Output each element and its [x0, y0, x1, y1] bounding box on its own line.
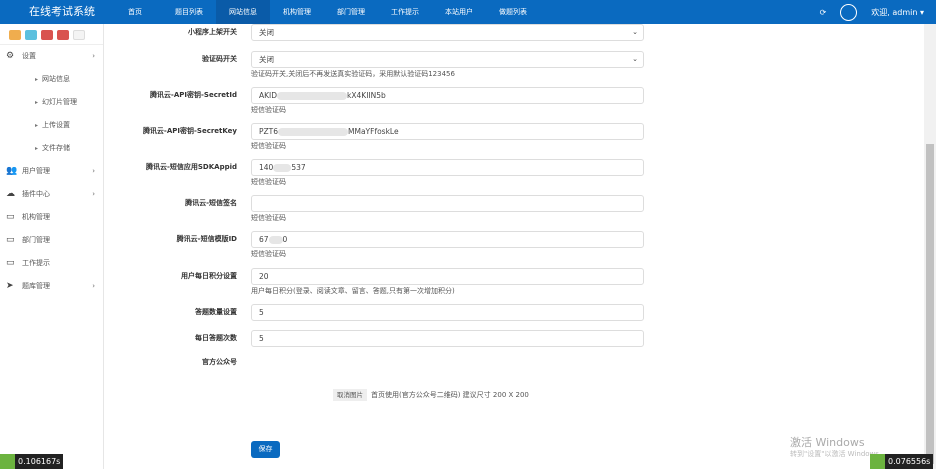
sidebar-item-label: 上传设置 [22, 121, 70, 129]
field-label: 腾讯云-短信模版ID [176, 235, 237, 243]
sidebar-item-label: 部门管理 [22, 236, 50, 244]
help-text: 短信验证码 [251, 106, 286, 114]
sidebar-item-label: 题库管理 [22, 282, 50, 290]
scrollbar[interactable] [924, 24, 936, 469]
field-label: 验证码开关 [202, 55, 237, 63]
sidebar-item-label: 机构管理 [22, 213, 50, 221]
field-label: 官方公众号 [202, 358, 237, 366]
sidebar-item[interactable]: ▭ 机构管理 [0, 206, 103, 229]
help-text: 用户每日积分(登录、阅读文章、留言、答题,只有第一次增加积分) [251, 287, 455, 295]
sidebar-item-label: 插件中心 [22, 190, 50, 198]
windows-watermark: 激活 Windows [790, 436, 865, 449]
help-text: 短信验证码 [251, 214, 286, 222]
help-text: 短信验证码 [251, 142, 286, 150]
field-label: 用户每日积分设置 [181, 272, 237, 280]
nav-item[interactable]: 本站用户 [432, 0, 486, 24]
file-icon[interactable] [25, 30, 37, 40]
sidebar: ⚙ 设置 › 网站信息幻灯片管理上传设置文件存储 👥 用户管理 › ☁ 插件中心 › ▭ 机构管理 ▭ 部… [0, 24, 104, 469]
sidebar-item-label: 网站信息 [22, 75, 70, 83]
sign-input[interactable] [251, 195, 644, 212]
list-icon[interactable] [73, 30, 85, 40]
nav-item[interactable]: 机构管理 [270, 0, 324, 24]
field-label: 腾讯云-API密钥-SecretKey [142, 127, 237, 135]
chevron-right-icon: › [92, 190, 95, 198]
sidebar-item-label: 文件存储 [22, 144, 70, 152]
nav-item[interactable]: 网站信息 [216, 0, 270, 24]
nav-item[interactable]: 做题列表 [486, 0, 540, 24]
sidebar-item-label: 用户管理 [22, 167, 50, 175]
logo-icon [0, 454, 15, 469]
nav-item[interactable]: 首页 [108, 0, 162, 24]
field-label: 腾讯云-短信应用SDKAppid [145, 163, 237, 171]
timer-right: 0.076556s [870, 454, 934, 469]
template-input[interactable]: 67 0 [251, 231, 644, 248]
recycle-icon[interactable] [57, 30, 69, 40]
cancel-image-button[interactable]: 取消图片 [333, 389, 367, 401]
brand-title: 在线考试系统 [29, 5, 95, 18]
secretid-input[interactable]: AKID kX4KIIN5b [251, 87, 644, 104]
nav-item[interactable]: 工作提示 [378, 0, 432, 24]
chevron-right-icon: › [92, 52, 95, 60]
logo-icon [870, 454, 885, 469]
cloud-icon: ☁ [6, 189, 15, 199]
main-nav: 首页 题目列表 网站信息 机构管理 部门管理 工作提示 本站用户 做题列表 [108, 0, 540, 24]
user-menu[interactable]: 欢迎, admin ▾ [871, 7, 924, 18]
sidebar-item[interactable]: 文件存储 [0, 137, 103, 160]
miniapp-input[interactable]: 关闭 ⌄ [251, 24, 644, 41]
help-text: 短信验证码 [251, 178, 286, 186]
sidebar-item[interactable]: ➤ 题库管理 › [0, 275, 103, 298]
chevron-right-icon: › [92, 167, 95, 175]
sidebar-item[interactable]: ▭ 部门管理 [0, 229, 103, 252]
gear-icon: ⚙ [6, 51, 15, 61]
sidebar-item[interactable]: 网站信息 [0, 68, 103, 91]
field-label: 答题数量设置 [195, 308, 237, 316]
monitor-icon: ▭ [6, 235, 15, 245]
captcha-input[interactable]: 关闭 ⌄ [251, 51, 644, 68]
sidebar-item[interactable]: 幻灯片管理 [0, 91, 103, 114]
sidebar-item-label: 工作提示 [22, 259, 50, 267]
help-text: 首页使用(官方公众号二维码) 建议尺寸 200 X 200 [371, 391, 529, 399]
help-text: 短信验证码 [251, 250, 286, 258]
sidebar-toolbar [0, 24, 103, 45]
field-label: 每日答题次数 [195, 334, 237, 342]
sidebar-item-label: 幻灯片管理 [22, 98, 77, 106]
field-label: 腾讯云-API密钥-SecretId [149, 91, 237, 99]
home-icon[interactable] [9, 30, 21, 40]
sidebar-item[interactable]: 上传设置 [0, 114, 103, 137]
chevron-down-icon: ⌄ [632, 55, 638, 63]
points-input[interactable]: 20 [251, 268, 644, 285]
sidebar-item[interactable]: 👥 用户管理 › [0, 160, 103, 183]
sidebar-item-label: 设置 [22, 52, 36, 60]
count-input[interactable]: 5 [251, 304, 644, 321]
sidebar-item[interactable]: ⚙ 设置 › [0, 45, 103, 68]
field-label: 小程序上架开关 [188, 28, 237, 36]
avatar[interactable] [840, 3, 858, 21]
users-icon: 👥 [6, 166, 18, 176]
help-text: 验证码开关,关闭后不再发送真实验证码，采用默认验证码123456 [251, 70, 455, 78]
monitor-icon: ▭ [6, 212, 15, 222]
chevron-down-icon: ⌄ [632, 28, 638, 36]
refresh-icon[interactable]: ⟳ [820, 8, 827, 17]
monitor-icon: ▭ [6, 258, 15, 268]
save-button[interactable]: 保存 [251, 441, 280, 458]
send-icon: ➤ [6, 281, 14, 291]
field-label: 腾讯云-短信签名 [185, 199, 237, 207]
appid-input[interactable]: 140 537 [251, 159, 644, 176]
daily-input[interactable]: 5 [251, 330, 644, 347]
nav-item[interactable]: 题目列表 [162, 0, 216, 24]
timer-left: 0.106167s [0, 454, 64, 469]
nav-item[interactable]: 部门管理 [324, 0, 378, 24]
trash-icon[interactable] [41, 30, 53, 40]
sidebar-item[interactable]: ☁ 插件中心 › [0, 183, 103, 206]
chevron-right-icon: › [92, 282, 95, 290]
top-navbar: 在线考试系统 首页 题目列表 网站信息 机构管理 部门管理 工作提示 本站用户 做题列表 ⟳ … [0, 0, 936, 24]
sidebar-item[interactable]: ▭ 工作提示 [0, 252, 103, 275]
secretkey-input[interactable]: PZT6 MMaYFfoskLe [251, 123, 644, 140]
